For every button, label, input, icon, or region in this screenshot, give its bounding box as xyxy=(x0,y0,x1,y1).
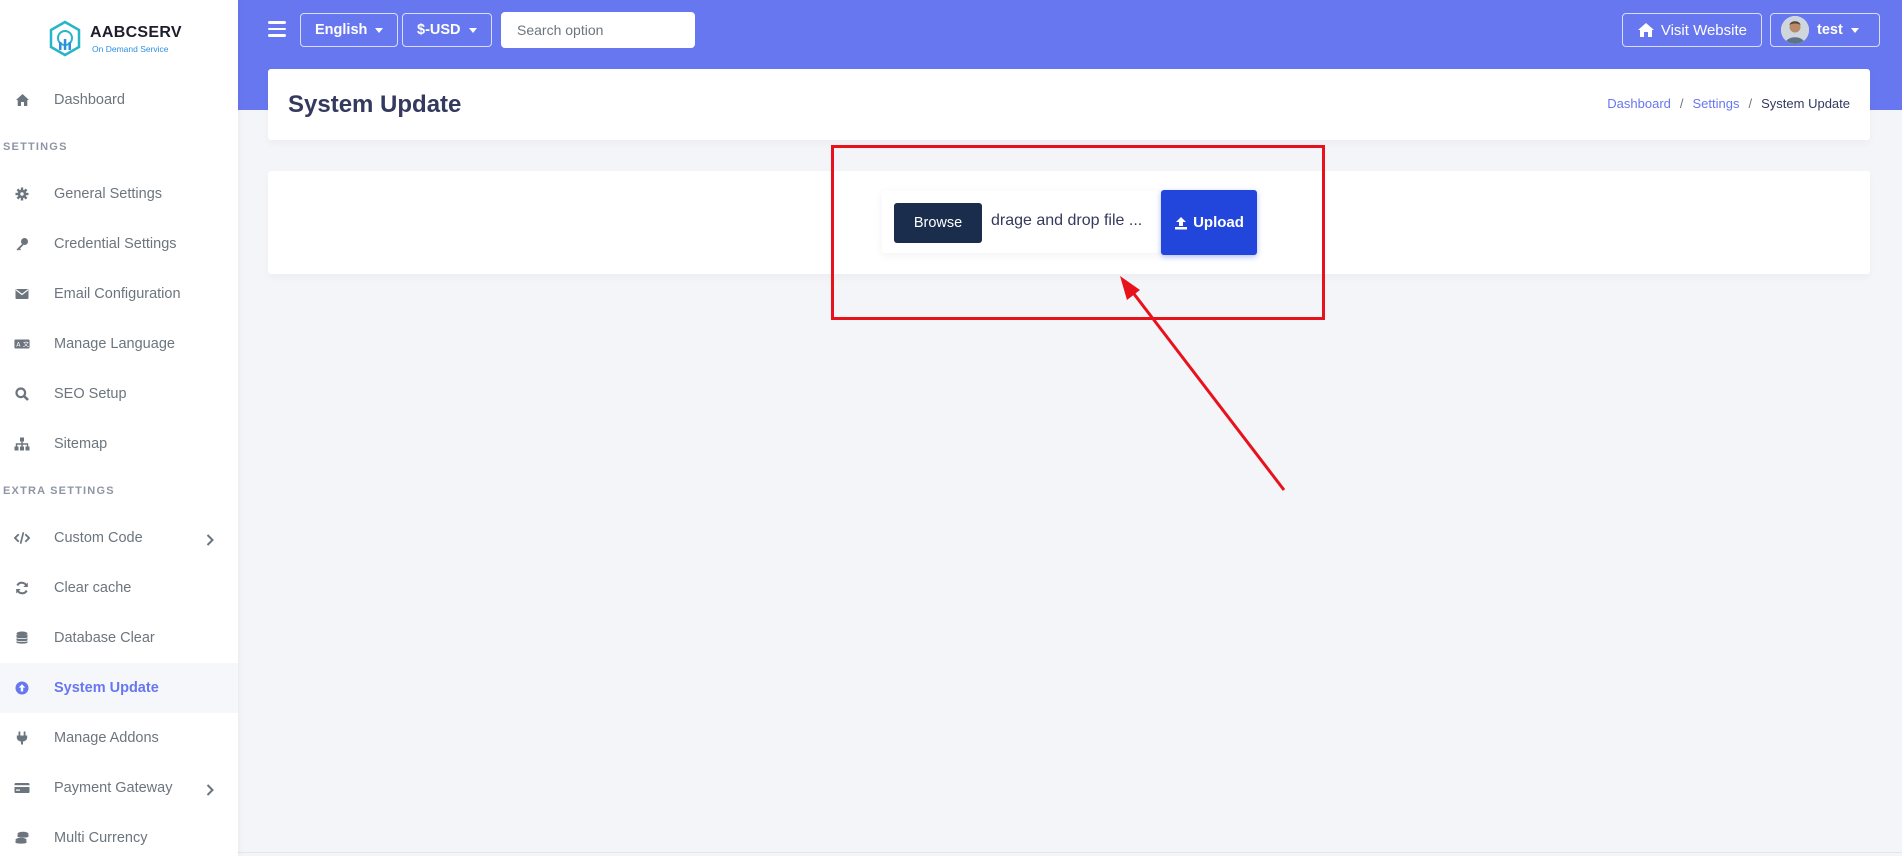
sidebar-item-label: Manage Addons xyxy=(54,730,159,746)
sidebar-item-label: Clear cache xyxy=(54,580,132,596)
sidebar-item-email-configuration[interactable]: Email Configuration xyxy=(0,269,238,319)
currency-dropdown-label: $-USD xyxy=(417,22,461,38)
brand[interactable]: AABCSERV On Demand Service xyxy=(48,20,182,58)
credit-card-icon xyxy=(14,780,30,796)
topbar: English $-USD Visit Website test xyxy=(238,0,1902,62)
sidebar-item-label: System Update xyxy=(54,680,159,696)
sidebar-item-label: Email Configuration xyxy=(54,286,181,302)
caret-down-icon xyxy=(375,27,384,33)
home-icon xyxy=(14,92,30,108)
sidebar-item-label: Manage Language xyxy=(54,336,175,352)
sidebar-item-dashboard[interactable]: Dashboard xyxy=(0,75,238,125)
svg-text:A: A xyxy=(16,342,21,349)
sidebar-item-manage-addons[interactable]: Manage Addons xyxy=(0,713,238,763)
breadcrumb: Dashboard / Settings / System Update xyxy=(1607,96,1850,111)
sidebar-item-custom-code[interactable]: Custom Code xyxy=(0,513,238,563)
sidebar-item-label: General Settings xyxy=(54,186,163,202)
sidebar-item-label: Dashboard xyxy=(54,92,125,108)
currency-dropdown[interactable]: $-USD xyxy=(402,13,492,47)
breadcrumb-current: System Update xyxy=(1761,96,1850,111)
sidebar-section-header: SETTINGS xyxy=(3,141,68,153)
sidebar-menu: Dashboard SETTINGS General Settings Credent… xyxy=(0,75,238,856)
svg-text:文: 文 xyxy=(23,341,30,349)
sidebar-item-seo-setup[interactable]: SEO Setup xyxy=(0,369,238,419)
sidebar: AABCSERV On Demand Service Dashboard SETT… xyxy=(0,0,238,856)
sidebar-item-label: Custom Code xyxy=(54,530,143,546)
avatar xyxy=(1781,16,1809,44)
gear-icon xyxy=(14,186,30,202)
caret-down-icon xyxy=(1850,27,1859,33)
visit-website-label: Visit Website xyxy=(1660,21,1747,39)
user-name: test xyxy=(1817,22,1843,38)
user-menu-dropdown[interactable]: test xyxy=(1770,13,1880,47)
sidebar-item-credential-settings[interactable]: Credential Settings xyxy=(0,219,238,269)
sidebar-item-system-update[interactable]: System Update xyxy=(0,663,238,713)
envelope-icon xyxy=(14,286,30,302)
key-icon xyxy=(14,236,30,252)
hamburger-menu-icon[interactable] xyxy=(268,21,286,37)
sidebar-item-manage-language[interactable]: A 文 Manage Language xyxy=(0,319,238,369)
code-icon xyxy=(14,530,30,546)
chevron-right-icon xyxy=(206,533,216,546)
brand-name: AABCSERV xyxy=(90,24,182,41)
sidebar-item-label: Multi Currency xyxy=(54,830,148,846)
sidebar-item-database-clear[interactable]: Database Clear xyxy=(0,613,238,663)
sitemap-icon xyxy=(14,436,30,452)
breadcrumb-separator: / xyxy=(1679,96,1684,111)
search-icon xyxy=(14,386,30,402)
breadcrumb-dashboard-link[interactable]: Dashboard xyxy=(1607,96,1671,111)
sidebar-item-multi-currency[interactable]: Multi Currency xyxy=(0,813,238,856)
home-icon xyxy=(1637,23,1654,37)
sidebar-section-header: EXTRA SETTINGS xyxy=(3,485,115,497)
breadcrumb-separator: / xyxy=(1748,96,1753,111)
sidebar-item-general-settings[interactable]: General Settings xyxy=(0,169,238,219)
sidebar-item-label: Credential Settings xyxy=(54,236,177,252)
language-dropdown-label: English xyxy=(315,22,368,38)
sidebar-item-label: Payment Gateway xyxy=(54,780,173,796)
footer-divider xyxy=(238,852,1902,853)
search-input[interactable] xyxy=(501,12,695,48)
language-icon: A文 xyxy=(14,336,30,352)
coins-icon xyxy=(14,830,30,846)
refresh-icon xyxy=(14,580,30,596)
sidebar-item-label: SEO Setup xyxy=(54,386,127,402)
sidebar-item-clear-cache[interactable]: Clear cache xyxy=(0,563,238,613)
annotation-highlight-box xyxy=(831,145,1325,320)
caret-down-icon xyxy=(468,27,477,33)
language-dropdown[interactable]: English xyxy=(300,13,399,47)
brand-tagline: On Demand Service xyxy=(92,44,169,54)
sidebar-item-sitemap[interactable]: Sitemap xyxy=(0,419,238,469)
page-title: System Update xyxy=(288,91,462,118)
database-icon xyxy=(14,630,30,646)
sidebar-item-payment-gateway[interactable]: Payment Gateway xyxy=(0,763,238,813)
arrow-circle-up-icon xyxy=(14,680,30,696)
visit-website-button[interactable]: Visit Website xyxy=(1621,13,1762,47)
plug-icon xyxy=(14,730,30,746)
page-header: System Update Dashboard / Settings / Sys… xyxy=(268,69,1870,140)
sidebar-item-label: Sitemap xyxy=(54,436,108,452)
brand-logo-icon xyxy=(49,20,81,57)
breadcrumb-settings-link[interactable]: Settings xyxy=(1693,96,1740,111)
sidebar-item-label: Database Clear xyxy=(54,630,155,646)
chevron-right-icon xyxy=(206,783,216,796)
